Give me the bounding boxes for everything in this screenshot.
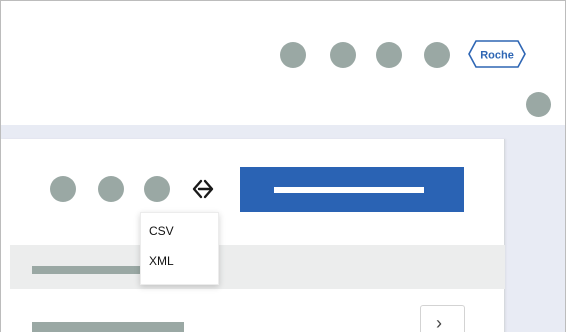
table-row-placeholder (32, 322, 184, 332)
header-icon-button-4[interactable] (424, 42, 450, 68)
toolbar-icon-button-2[interactable] (98, 176, 124, 202)
header-icon-button-3[interactable] (376, 42, 402, 68)
secondary-header-icon-button[interactable] (526, 92, 551, 117)
primary-button-label-placeholder (274, 187, 424, 193)
toolbar-icon-button-1[interactable] (50, 176, 76, 202)
chevron-right-icon: › (436, 313, 442, 332)
next-page-button[interactable]: › (420, 305, 465, 332)
roche-logo[interactable]: Roche (468, 39, 526, 69)
menu-item-csv[interactable]: CSV (149, 224, 174, 238)
export-icon[interactable] (190, 176, 216, 202)
header-icon-button-1[interactable] (280, 42, 306, 68)
menu-item-xml[interactable]: XML (149, 254, 174, 268)
toolbar-icon-button-3[interactable] (144, 176, 170, 202)
filter-label-placeholder (32, 266, 142, 274)
primary-action-button[interactable] (240, 167, 464, 212)
logo-text: Roche (480, 50, 514, 62)
export-format-menu: CSV XML (140, 212, 219, 285)
header-icon-button-2[interactable] (330, 42, 356, 68)
app-window: Roche › CSV XML (0, 0, 566, 332)
top-header: Roche (1, 1, 565, 125)
filter-row (10, 245, 505, 289)
